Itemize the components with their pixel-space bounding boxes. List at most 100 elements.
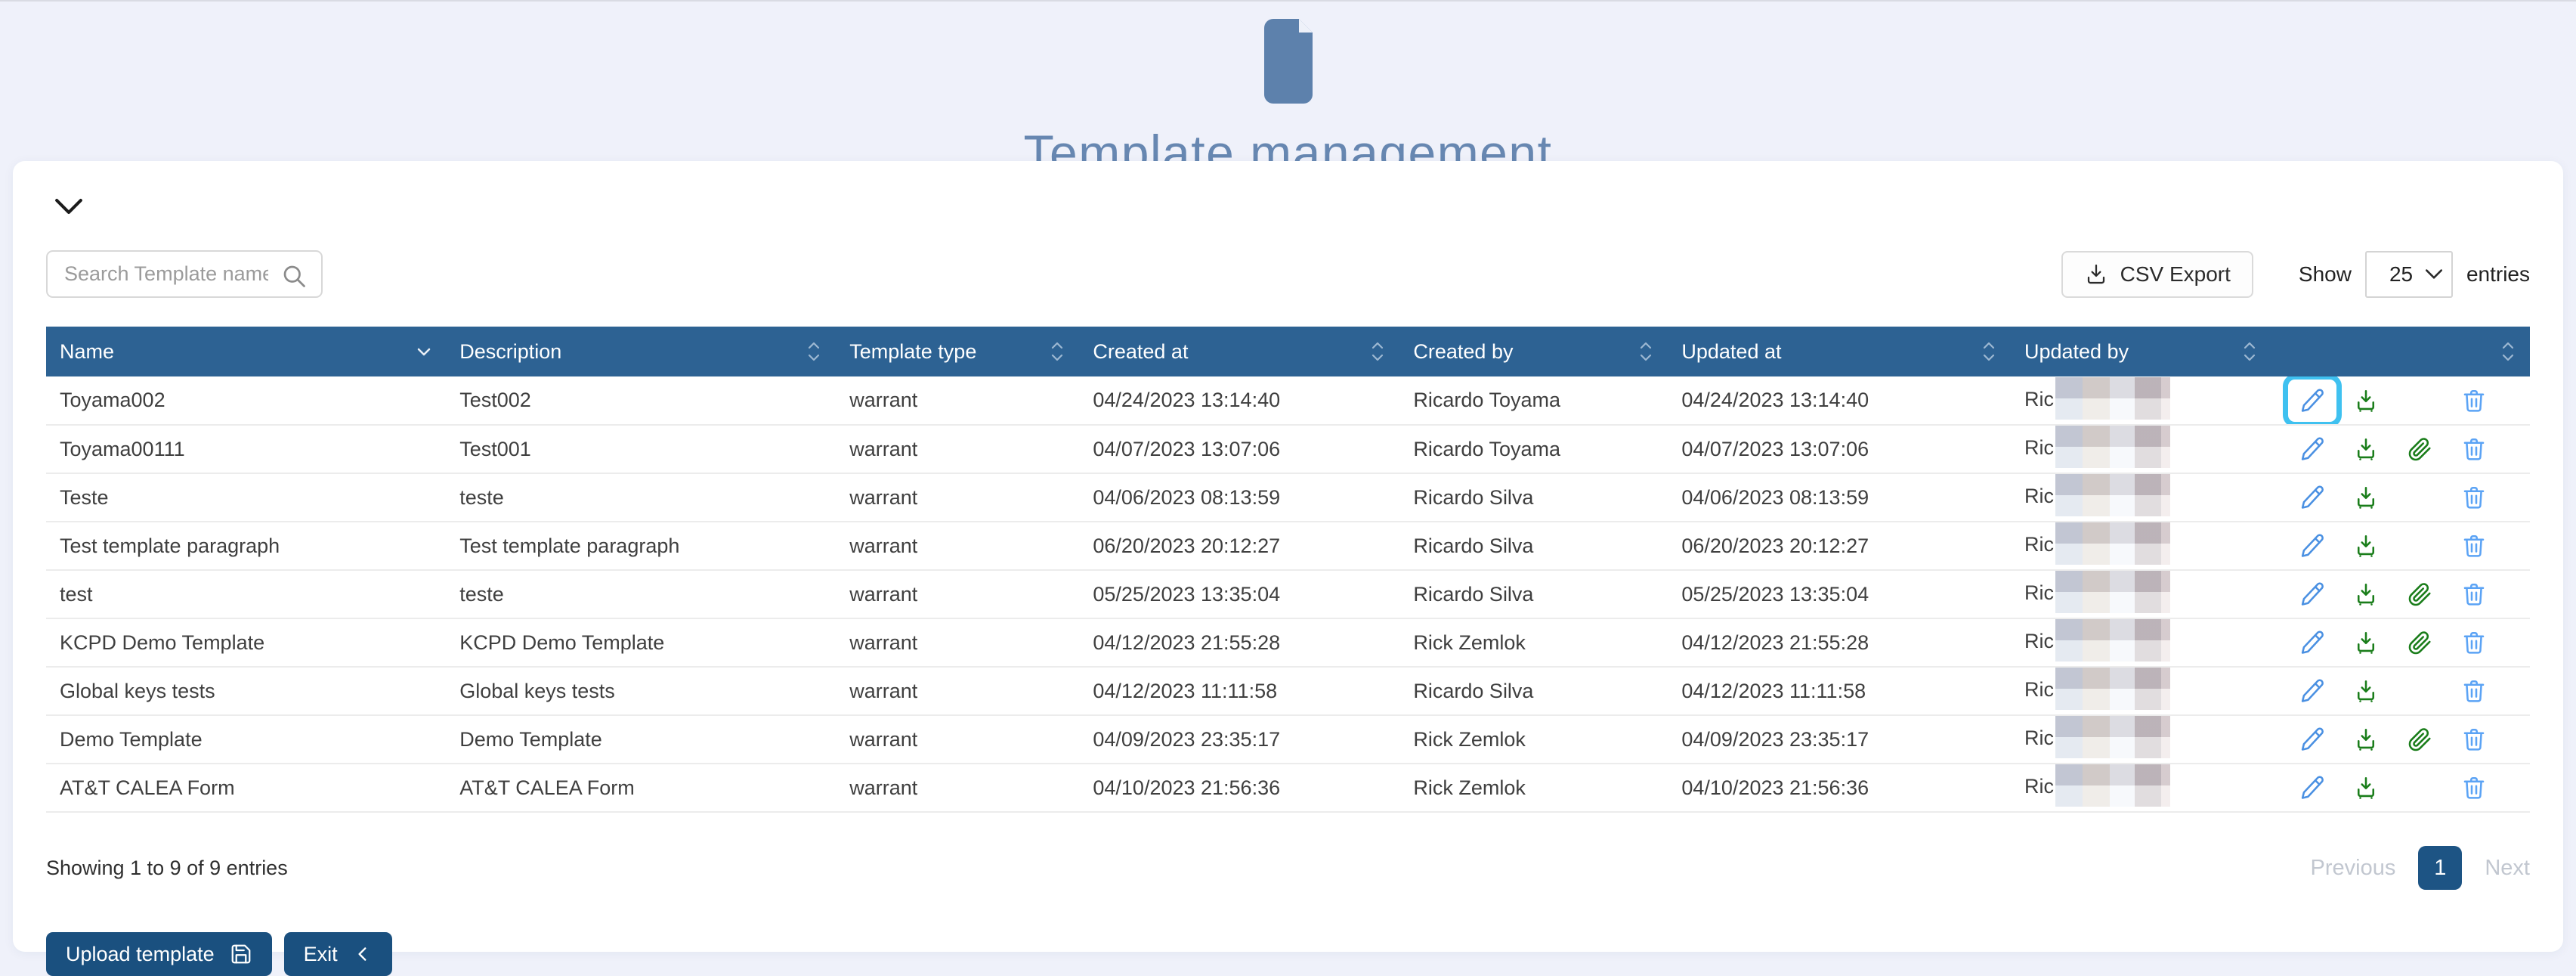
cell-description: teste [446, 473, 837, 522]
cell-template-type: warrant [836, 618, 1080, 668]
action-slot-delete [2448, 621, 2501, 665]
table-row: Global keys tests Global keys tests warran… [46, 667, 2530, 716]
search-icon [283, 265, 305, 287]
edit-button[interactable] [2299, 629, 2326, 656]
delete-button[interactable] [2460, 677, 2488, 705]
delete-button[interactable] [2460, 532, 2488, 559]
cell-name: Demo Template [46, 715, 447, 764]
template-table-card: CSV Export Show 25 entries Name Descripti… [13, 161, 2563, 976]
page-size-select[interactable]: 25 [2364, 250, 2453, 298]
delete-button[interactable] [2460, 435, 2488, 463]
edit-button[interactable] [2299, 774, 2326, 801]
paperclip-icon [2408, 631, 2431, 655]
column-header-created-at[interactable]: Created at [1079, 327, 1400, 376]
edit-button[interactable] [2299, 532, 2326, 559]
column-header-name[interactable]: Name [46, 327, 447, 376]
table-row: AT&T CALEA Form AT&T CALEA Form warrant 04/… [46, 764, 2530, 813]
cell-created-by: Ricardo Silva [1399, 570, 1668, 619]
download-button[interactable] [2352, 435, 2380, 463]
edit-button[interactable] [2299, 484, 2326, 511]
redacted-text [2050, 571, 2184, 617]
cell-template-type: warrant [836, 667, 1080, 716]
csv-export-label: CSV Export [2120, 262, 2231, 286]
delete-button[interactable] [2460, 726, 2488, 753]
edit-button[interactable] [2299, 387, 2326, 414]
updated-by-visible-text: Ric [2024, 436, 2054, 460]
delete-button[interactable] [2460, 581, 2488, 608]
attachment-button[interactable] [2407, 581, 2434, 608]
column-header-updated-by[interactable]: Updated by [2010, 327, 2272, 376]
action-slot-download [2339, 766, 2393, 810]
upload-template-button[interactable]: Upload template [46, 932, 272, 976]
column-header-description[interactable]: Description [446, 327, 837, 376]
cell-updated-at: 06/20/2023 20:12:27 [1668, 522, 2011, 571]
show-label: Show [2298, 262, 2352, 286]
column-header-updated-at[interactable]: Updated at [1668, 327, 2011, 376]
attachment-button[interactable] [2407, 726, 2434, 753]
action-slot-edit [2285, 621, 2339, 665]
cell-updated-at: 04/12/2023 21:55:28 [1668, 618, 2011, 668]
download-button[interactable] [2352, 629, 2380, 656]
exit-button[interactable]: Exit [283, 932, 392, 976]
action-slot-delete [2448, 669, 2501, 713]
collapse-panel-toggle[interactable] [52, 193, 85, 220]
delete-button[interactable] [2460, 484, 2488, 511]
csv-export-button[interactable]: CSV Export [2061, 250, 2253, 298]
updated-by-visible-text: Ric [2024, 727, 2054, 750]
paperclip-icon [2408, 438, 2431, 461]
csv-download-icon [2087, 264, 2104, 284]
action-slot-download [2339, 572, 2393, 616]
cell-created-at: 04/12/2023 11:11:58 [1079, 667, 1400, 716]
edit-button[interactable] [2299, 726, 2326, 753]
download-button[interactable] [2352, 677, 2380, 705]
column-header-template-type[interactable]: Template type [836, 327, 1080, 376]
cell-template-type: warrant [836, 376, 1080, 426]
attachment-button[interactable] [2407, 629, 2434, 656]
attachment-button[interactable] [2407, 435, 2434, 463]
edit-pencil-icon [2301, 727, 2324, 751]
table-header-row: Name Description Template type Created at Cr… [46, 327, 2530, 376]
edit-button[interactable] [2299, 677, 2326, 705]
column-header-actions[interactable] [2271, 327, 2530, 376]
sort-both-icon [1052, 342, 1063, 361]
download-button[interactable] [2352, 484, 2380, 511]
delete-button[interactable] [2460, 387, 2488, 414]
redacted-text [2050, 474, 2184, 520]
edit-button[interactable] [2299, 435, 2326, 463]
action-slot-attachment [2393, 669, 2447, 713]
pagination-next[interactable]: Next [2485, 856, 2530, 881]
download-button[interactable] [2352, 774, 2380, 801]
column-label: Description [459, 339, 562, 363]
cell-name: Test template paragraph [46, 522, 447, 571]
pagination: Previous 1 Next [2311, 846, 2530, 890]
delete-button[interactable] [2460, 629, 2488, 656]
delete-button[interactable] [2460, 774, 2488, 801]
edit-button[interactable] [2299, 581, 2326, 608]
download-button[interactable] [2352, 581, 2380, 608]
search-field-wrap [46, 250, 323, 298]
pagination-previous[interactable]: Previous [2311, 856, 2396, 881]
cell-actions [2271, 522, 2530, 571]
cell-updated-at: 04/24/2023 13:14:40 [1668, 376, 2011, 426]
download-button[interactable] [2352, 387, 2380, 414]
cell-template-type: warrant [836, 522, 1080, 571]
updated-by-visible-text: Ric [2024, 485, 2054, 508]
pagination-page-1[interactable]: 1 [2418, 846, 2463, 890]
cell-actions [2271, 667, 2530, 716]
table-toolbar: CSV Export Show 25 entries [46, 250, 2530, 298]
column-header-created-by[interactable]: Created by [1399, 327, 1668, 376]
download-button[interactable] [2352, 532, 2380, 559]
cell-created-by: Ricardo Silva [1399, 522, 1668, 571]
cell-description: KCPD Demo Template [446, 618, 837, 668]
action-slot-delete [2448, 572, 2501, 616]
edit-pencil-icon [2301, 631, 2324, 654]
updated-by-visible-text: Ric [2024, 678, 2054, 702]
action-slot-download [2339, 717, 2393, 761]
updated-by-visible-text: Ric [2024, 775, 2054, 798]
cell-updated-by: Ric [2010, 715, 2272, 764]
cell-created-at: 05/25/2023 13:35:04 [1079, 570, 1400, 619]
cell-name: Global keys tests [46, 667, 447, 716]
trash-icon [2463, 534, 2485, 557]
download-button[interactable] [2352, 726, 2380, 753]
save-icon [231, 944, 250, 964]
